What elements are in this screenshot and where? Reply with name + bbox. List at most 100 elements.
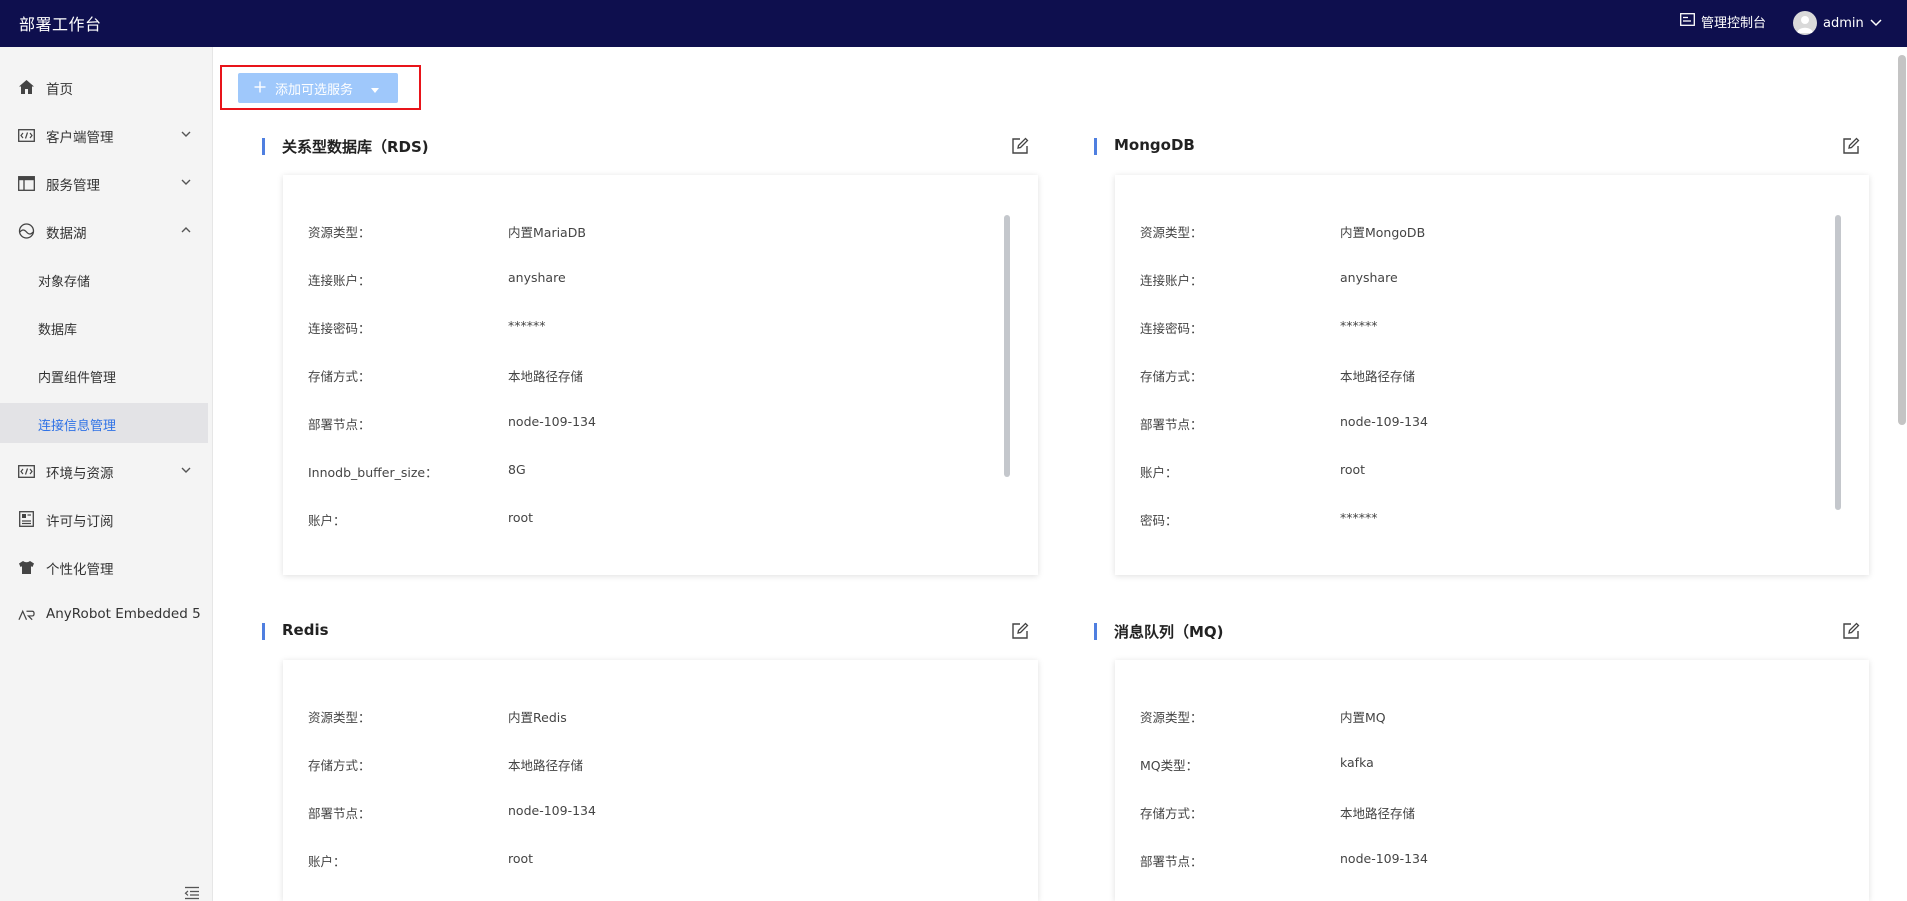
app-title: 部署工作台 [19,15,102,34]
sidebar-item-anyrobot[interactable]: AnyRobot Embedded 5 [0,595,208,635]
section-accent-bar [262,138,265,155]
license-icon [18,511,35,527]
field-value: 本地路径存储 [1340,806,1416,821]
field-label: 连接密码： [308,321,371,336]
field-value: root [1340,462,1366,477]
field-value: ****** [1340,510,1378,525]
field-label: 账户： [1140,465,1178,480]
field-label: 资源类型： [308,225,371,240]
field-label: 存储方式： [1140,806,1203,821]
add-optional-service-button[interactable]: 添加可选服务 [238,73,398,103]
section-title-redis: Redis [282,621,329,639]
admin-console-link[interactable]: 管理控制台 [1680,12,1766,31]
sidebar-subitem-connection-info[interactable]: 连接信息管理 [0,403,208,443]
field-value: node-109-134 [508,414,596,429]
field-label: 部署节点： [308,806,371,821]
sidebar-subitem-object-storage[interactable]: 对象存储 [0,259,208,299]
field-value: ****** [1340,318,1378,333]
top-bar: 部署工作台 管理控制台 admin [0,0,1907,47]
section-title-rds: 关系型数据库（RDS) [282,138,429,156]
edit-icon[interactable] [1842,137,1860,155]
field-label: 密码： [1140,513,1178,528]
field-label: 部署节点： [1140,854,1203,869]
field-value: kafka [1340,755,1374,770]
chevron-down-icon [1870,16,1882,31]
edit-icon[interactable] [1011,622,1029,640]
sidebar-item-environment[interactable]: 环境与资源 [0,451,208,491]
console-icon [1680,13,1695,30]
field-label: 连接账户： [308,273,371,288]
field-label: 资源类型： [308,710,371,725]
environment-code-icon [18,463,35,479]
sidebar-item-label: 内置组件管理 [38,371,117,386]
collapse-sidebar-icon[interactable] [184,885,200,900]
page-scrollbar[interactable] [1898,55,1906,425]
sidebar-subitem-database[interactable]: 数据库 [0,307,208,347]
field-label: 存储方式： [1140,369,1203,384]
field-value: root [508,510,534,525]
field-value: ****** [508,318,546,333]
sidebar-item-label: 对象存储 [38,275,91,290]
field-value: 内置MariaDB [508,225,586,240]
chevron-down-icon [180,464,192,476]
info-card-rds: 资源类型： 内置MariaDB 连接账户： anyshare 连接密码： ***… [283,175,1038,575]
field-label: MQ类型： [1140,758,1199,773]
field-label: 资源类型： [1140,710,1203,725]
edit-icon[interactable] [1842,622,1860,640]
section-accent-bar [1094,623,1097,640]
sidebar-item-label: 数据湖 [46,226,87,242]
field-label: 存储方式： [308,758,371,773]
anyrobot-icon [18,607,35,623]
sidebar-item-datalake[interactable]: 数据湖 [0,211,208,251]
edit-icon[interactable] [1011,137,1029,155]
info-card-redis: 资源类型： 内置Redis 存储方式： 本地路径存储 部署节点： node-10… [283,660,1038,901]
user-name: admin [1823,15,1864,31]
field-value: 本地路径存储 [508,369,584,384]
field-value: node-109-134 [1340,851,1428,866]
client-code-icon [18,127,35,143]
tshirt-icon [18,559,35,575]
sidebar-item-client-management[interactable]: 客户端管理 [0,115,208,155]
user-menu[interactable]: admin [1793,9,1882,37]
field-value: 内置MongoDB [1340,225,1426,240]
field-value: root [508,851,534,866]
sidebar-item-label: 首页 [46,82,73,98]
sidebar-item-personalization[interactable]: 个性化管理 [0,547,208,587]
sidebar-item-label: 环境与资源 [46,466,114,482]
field-value: 内置Redis [508,710,567,725]
sidebar-item-label: 许可与订阅 [46,514,114,530]
field-value: 本地路径存储 [1340,369,1416,384]
field-label: 账户： [308,854,346,869]
section-title-mq: 消息队列（MQ) [1114,623,1224,641]
sidebar-item-label: 个性化管理 [46,562,114,578]
chevron-down-icon [180,128,192,140]
info-card-mq: 资源类型： 内置MQ MQ类型： kafka 存储方式： 本地路径存储 部署节点… [1115,660,1869,901]
sidebar: 首页 客户端管理 服务管理 数据湖 对象存储 数据库 内置组件管理 连接信息管理… [0,47,213,901]
sidebar-item-label: AnyRobot Embedded 5 [46,606,201,622]
chevron-up-icon [180,224,192,236]
avatar [1793,11,1817,35]
field-value: 本地路径存储 [508,758,584,773]
field-label: 资源类型： [1140,225,1203,240]
info-card-mongodb: 资源类型： 内置MongoDB 连接账户： anyshare 连接密码： ***… [1115,175,1869,575]
card-scrollbar[interactable] [1004,215,1010,477]
field-label: 连接账户： [1140,273,1203,288]
field-value: anyshare [508,270,566,285]
field-value: 8G [508,462,526,477]
datalake-icon [18,223,35,239]
sidebar-subitem-builtin-components[interactable]: 内置组件管理 [0,355,208,395]
field-label: 连接密码： [1140,321,1203,336]
field-label: 部署节点： [1140,417,1203,432]
sidebar-item-license[interactable]: 许可与订阅 [0,499,208,539]
caret-down-icon [370,84,380,93]
section-title-mongodb: MongoDB [1114,136,1195,154]
sidebar-item-label: 服务管理 [46,178,100,194]
add-optional-service-label: 添加可选服务 [275,83,354,98]
sidebar-item-service-management[interactable]: 服务管理 [0,163,208,203]
sidebar-item-home[interactable]: 首页 [0,67,208,107]
field-value: 内置MQ [1340,710,1386,725]
chevron-down-icon [180,176,192,188]
card-scrollbar[interactable] [1835,215,1841,510]
home-icon [18,79,35,95]
sidebar-item-label: 客户端管理 [46,130,114,146]
